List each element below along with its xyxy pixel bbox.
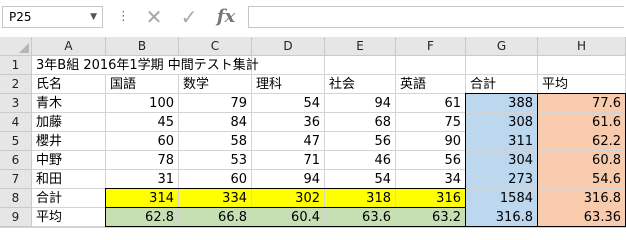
student-name-cell[interactable]: 加藤 <box>32 113 106 132</box>
score-cell[interactable]: 56 <box>325 132 396 151</box>
student-name-cell[interactable]: 青木 <box>32 94 106 113</box>
subject-average-cell[interactable]: 62.8 <box>106 208 179 227</box>
subject-total-cell[interactable]: 316 <box>396 189 466 208</box>
average-cell[interactable]: 61.6 <box>538 113 626 132</box>
column-header-b[interactable]: B <box>106 37 179 56</box>
formula-input[interactable] <box>248 6 624 28</box>
row-header-8[interactable]: 8 <box>0 189 32 208</box>
enter-icon[interactable]: ✓ <box>175 6 203 28</box>
subject-average-cell[interactable]: 63.6 <box>325 208 396 227</box>
average-cell[interactable]: 77.6 <box>538 94 626 113</box>
score-cell[interactable]: 34 <box>396 170 466 189</box>
cell-g1[interactable] <box>466 56 538 75</box>
column-header-f[interactable]: F <box>396 37 466 56</box>
student-name-cell[interactable]: 櫻井 <box>32 132 106 151</box>
column-header-a[interactable]: A <box>32 37 106 56</box>
score-cell[interactable]: 60 <box>179 170 252 189</box>
grand-total-cell[interactable]: 1584 <box>466 189 538 208</box>
row-header-2[interactable]: 2 <box>0 75 32 94</box>
total-cell[interactable]: 304 <box>466 151 538 170</box>
column-header-c[interactable]: C <box>179 37 252 56</box>
header-cell-6[interactable]: 英語 <box>396 75 466 94</box>
total-cell[interactable]: 308 <box>466 113 538 132</box>
score-cell[interactable]: 68 <box>325 113 396 132</box>
score-cell[interactable]: 94 <box>252 170 325 189</box>
subject-total-cell[interactable]: 318 <box>325 189 396 208</box>
column-header-d[interactable]: D <box>252 37 325 56</box>
total-cell[interactable]: 273 <box>466 170 538 189</box>
subject-average-cell[interactable]: 63.2 <box>396 208 466 227</box>
chevron-down-icon[interactable]: ▼ <box>90 7 97 27</box>
score-cell[interactable]: 60 <box>106 132 179 151</box>
score-cell[interactable]: 31 <box>106 170 179 189</box>
header-cell-2[interactable]: 国語 <box>106 75 179 94</box>
select-all-button[interactable] <box>0 37 32 56</box>
sheet-title-cell[interactable]: 3年B組 2016年1学期 中間テスト集計 <box>32 56 259 75</box>
overall-average-cell[interactable]: 63.36 <box>538 208 626 227</box>
row-header-9[interactable]: 9 <box>0 208 32 227</box>
average-total-cell[interactable]: 316.8 <box>466 208 538 227</box>
score-cell[interactable]: 79 <box>179 94 252 113</box>
cell-h1[interactable] <box>538 56 626 75</box>
more-options-icon[interactable]: ⋮ <box>117 7 130 27</box>
header-cell-5[interactable]: 社会 <box>325 75 396 94</box>
header-cell-3[interactable]: 数学 <box>179 75 252 94</box>
row-header-7[interactable]: 7 <box>0 170 32 189</box>
total-cell[interactable]: 311 <box>466 132 538 151</box>
score-cell[interactable]: 100 <box>106 94 179 113</box>
score-cell[interactable]: 58 <box>179 132 252 151</box>
score-cell[interactable]: 46 <box>325 151 396 170</box>
subject-average-cell[interactable]: 60.4 <box>252 208 325 227</box>
cell-d1[interactable] <box>252 56 325 75</box>
column-header-h[interactable]: H <box>538 37 626 56</box>
row-header-5[interactable]: 5 <box>0 132 32 151</box>
row-header-1[interactable]: 1 <box>0 56 32 75</box>
score-cell[interactable]: 94 <box>325 94 396 113</box>
subject-average-cell[interactable]: 66.8 <box>179 208 252 227</box>
score-cell[interactable]: 84 <box>179 113 252 132</box>
row-header-3[interactable]: 3 <box>0 94 32 113</box>
score-cell[interactable]: 90 <box>396 132 466 151</box>
grid-bottom-strip <box>0 227 626 238</box>
score-cell[interactable]: 47 <box>252 132 325 151</box>
name-box[interactable]: P25 ▼ <box>2 6 103 28</box>
score-cell[interactable]: 78 <box>106 151 179 170</box>
header-cell-4[interactable]: 理科 <box>252 75 325 94</box>
score-cell[interactable]: 71 <box>252 151 325 170</box>
formula-bar-area: P25 ▼ ⋮ ✕ ✓ fx <box>0 0 626 37</box>
row-header-4[interactable]: 4 <box>0 113 32 132</box>
header-cell-8[interactable]: 平均 <box>538 75 626 94</box>
average-cell[interactable]: 62.2 <box>538 132 626 151</box>
student-name-cell[interactable]: 和田 <box>32 170 106 189</box>
average-cell[interactable]: 54.6 <box>538 170 626 189</box>
subject-total-cell[interactable]: 334 <box>179 189 252 208</box>
cell-e1[interactable] <box>325 56 396 75</box>
student-name-cell[interactable]: 中野 <box>32 151 106 170</box>
score-cell[interactable]: 53 <box>179 151 252 170</box>
subject-total-cell[interactable]: 302 <box>252 189 325 208</box>
cancel-icon[interactable]: ✕ <box>140 6 168 28</box>
header-cell-7[interactable]: 合計 <box>466 75 538 94</box>
score-cell[interactable]: 56 <box>396 151 466 170</box>
name-box-value: P25 <box>9 10 32 24</box>
score-cell[interactable]: 36 <box>252 113 325 132</box>
row-header-6[interactable]: 6 <box>0 151 32 170</box>
total-average-cell[interactable]: 316.8 <box>538 189 626 208</box>
score-cell[interactable]: 45 <box>106 113 179 132</box>
score-cell[interactable]: 54 <box>325 170 396 189</box>
score-cell[interactable]: 75 <box>396 113 466 132</box>
score-cell[interactable]: 54 <box>252 94 325 113</box>
total-cell[interactable]: 388 <box>466 94 538 113</box>
average-cell[interactable]: 60.8 <box>538 151 626 170</box>
column-header-e[interactable]: E <box>325 37 396 56</box>
column-header-g[interactable]: G <box>466 37 538 56</box>
total-row-label[interactable]: 合計 <box>32 189 106 208</box>
cell-f1[interactable] <box>396 56 466 75</box>
header-cell-1[interactable]: 氏名 <box>32 75 106 94</box>
insert-function-icon[interactable]: fx <box>212 6 240 28</box>
average-row-label[interactable]: 平均 <box>32 208 106 227</box>
score-cell[interactable]: 61 <box>396 94 466 113</box>
subject-total-cell[interactable]: 314 <box>106 189 179 208</box>
